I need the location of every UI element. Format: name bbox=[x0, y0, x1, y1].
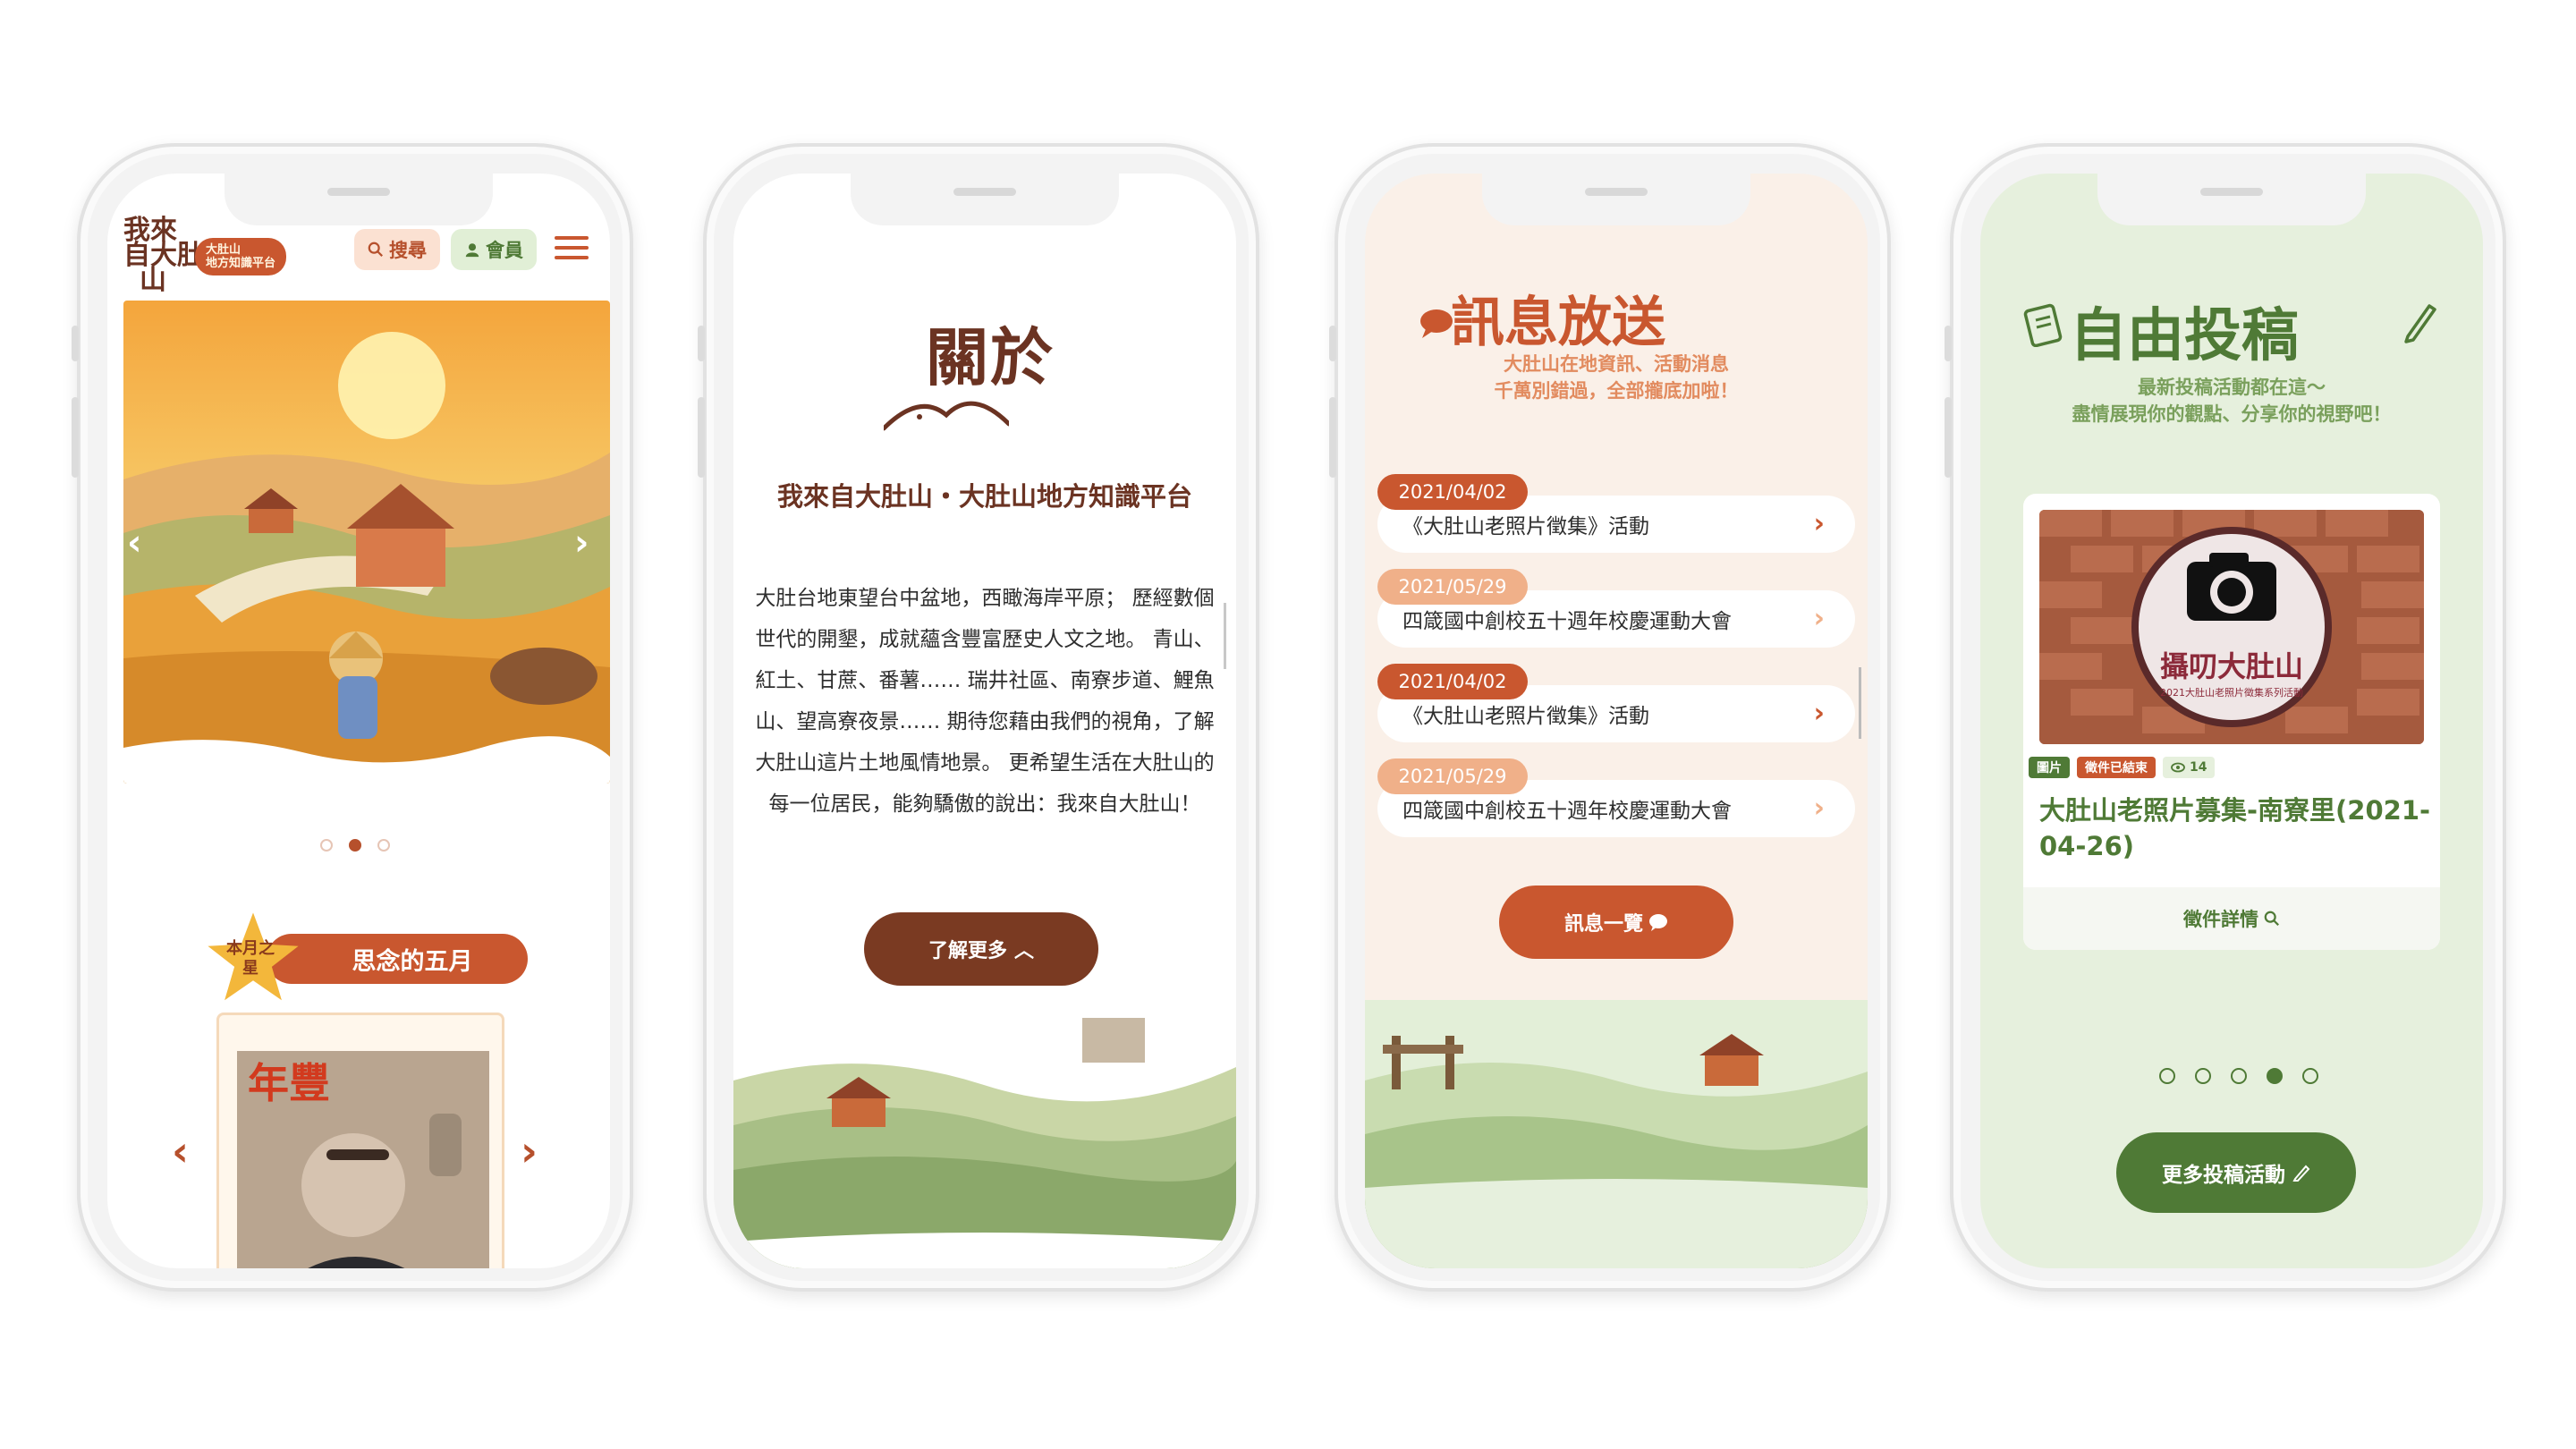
submission-title[interactable]: 大肚山老照片募集-南寮里(2021-04-26) bbox=[2039, 792, 2433, 864]
phone-home: 我來 自大肚山 大肚山 地方知識平台 搜尋 會員 ‹ › 本月之星 思念的五月 … bbox=[72, 143, 633, 1292]
submissions-title: 自由投稿 bbox=[2070, 302, 2299, 369]
news-date: 2021/04/02 bbox=[1377, 474, 1528, 510]
news-item[interactable]: 2021/04/02 《大肚山老照片徵集》活動 › bbox=[1377, 474, 1855, 560]
news-text: 四箴國中創校五十週年校慶運動大會 bbox=[1402, 610, 1732, 633]
news-screen: 訊息放送 大肚山在地資訊、活動消息 千萬別錯過，全部攏底加啦！ 2021/04/0… bbox=[1365, 174, 1868, 1268]
stamp-text: 攝叨大肚山 bbox=[2159, 649, 2303, 683]
logo-badge: 大肚山 地方知識平台 bbox=[195, 238, 287, 275]
news-list-button[interactable]: 訊息一覽 bbox=[1499, 886, 1733, 959]
star-of-month-banner[interactable]: 本月之星 思念的五月 bbox=[204, 912, 544, 1001]
about-title: 關於 bbox=[926, 320, 1055, 394]
tag-status: 徵件已結束 bbox=[2077, 757, 2156, 778]
news-text: 《大肚山老照片徵集》活動 bbox=[1402, 515, 1649, 538]
search-icon bbox=[2264, 911, 2279, 926]
page-dot[interactable] bbox=[2195, 1068, 2211, 1084]
about-body: 大肚台地東望台中盆地，西瞰海岸平原； 歷經數個世代的開墾，成就蘊含豐富歷史人文之… bbox=[755, 587, 1215, 816]
chevron-right-icon: › bbox=[1813, 508, 1825, 539]
submissions-subtitle: 最新投稿活動都在這～ 盡情展現你的觀點、分享你的視野吧！ bbox=[2072, 377, 2392, 425]
hero-dot[interactable] bbox=[320, 839, 333, 852]
view-count: 14 bbox=[2163, 757, 2216, 778]
hero-dot-active[interactable] bbox=[349, 839, 361, 852]
menu-icon[interactable] bbox=[555, 236, 589, 263]
submission-details-button[interactable]: 徵件詳情 bbox=[2023, 887, 2440, 950]
page-dot[interactable] bbox=[2159, 1068, 2175, 1084]
paper-icon bbox=[2023, 303, 2063, 347]
speech-bubble-icon bbox=[1649, 914, 1667, 931]
site-logo[interactable]: 我來 自大肚山 大肚山 地方知識平台 bbox=[123, 217, 293, 308]
news-text: 四箴國中創校五十週年校慶運動大會 bbox=[1402, 800, 1732, 823]
chevron-right-icon: › bbox=[1813, 792, 1825, 824]
pencil-icon bbox=[2404, 304, 2436, 343]
news-title: 訊息放送 bbox=[1451, 292, 1665, 354]
search-button[interactable]: 搜尋 bbox=[354, 229, 440, 270]
member-button[interactable]: 會員 bbox=[451, 229, 537, 270]
user-icon bbox=[465, 243, 479, 258]
speech-bubble-icon bbox=[1420, 309, 1453, 338]
scrollbar[interactable] bbox=[1224, 603, 1226, 669]
more-submissions-button[interactable]: 更多投稿活動 bbox=[2116, 1132, 2356, 1213]
chevron-right-icon: › bbox=[1813, 603, 1825, 634]
star-badge-label: 本月之星 bbox=[226, 939, 275, 978]
about-screen: 關於 我來自大肚山・大肚山地方知識平台 大肚台地東望台中盆地，西瞰海岸平原； 歷… bbox=[733, 174, 1236, 1268]
phone-news: 訊息放送 大肚山在地資訊、活動消息 千萬別錯過，全部攏底加啦！ 2021/04/0… bbox=[1329, 143, 1891, 1292]
cover-prev-arrow[interactable]: ‹ bbox=[172, 1127, 189, 1175]
home-screen: 我來 自大肚山 大肚山 地方知識平台 搜尋 會員 ‹ › 本月之星 思念的五月 … bbox=[107, 174, 610, 1268]
news-date: 2021/05/29 bbox=[1377, 758, 1528, 794]
news-text: 《大肚山老照片徵集》活動 bbox=[1402, 705, 1649, 728]
hero-carousel-image bbox=[123, 301, 610, 784]
page-dot[interactable] bbox=[2231, 1068, 2247, 1084]
submissions-screen: 自由投稿 最新投稿活動都在這～ 盡情展現你的觀點、分享你的視野吧！ 攝叨大肚山 … bbox=[1980, 174, 2483, 1268]
eye-icon bbox=[2171, 762, 2185, 773]
mountain-icon bbox=[884, 401, 1009, 431]
news-subtitle: 大肚山在地資訊、活動消息 千萬別錯過，全部攏底加啦！ bbox=[1494, 353, 1739, 402]
scrollbar[interactable] bbox=[1859, 667, 1861, 739]
news-item[interactable]: 2021/05/29 四箴國中創校五十週年校慶運動大會 › bbox=[1377, 758, 1855, 844]
tag-type: 圖片 bbox=[2029, 757, 2070, 778]
phone-about: 關於 我來自大肚山・大肚山地方知識平台 大肚台地東望台中盆地，西瞰海岸平原； 歷… bbox=[698, 143, 1259, 1292]
news-date: 2021/05/29 bbox=[1377, 569, 1528, 605]
cover-next-arrow[interactable]: › bbox=[521, 1127, 538, 1175]
hero-dot[interactable] bbox=[377, 839, 390, 852]
news-date: 2021/04/02 bbox=[1377, 664, 1528, 699]
hero-pagination bbox=[320, 839, 390, 852]
magazine-cover[interactable]: 年豐 bbox=[216, 1013, 504, 1268]
hero-next-arrow[interactable]: › bbox=[574, 522, 589, 564]
stamp-subtext: 2021大肚山老照片徵集系列活動 bbox=[2160, 687, 2303, 699]
cover-title: 年豐 bbox=[248, 1059, 330, 1107]
about-heading: 我來自大肚山・大肚山地方知識平台 bbox=[776, 481, 1192, 512]
pencil-icon bbox=[2292, 1165, 2310, 1182]
submission-pagination bbox=[2159, 1068, 2318, 1084]
news-item[interactable]: 2021/04/02 《大肚山老照片徵集》活動 › bbox=[1377, 664, 1855, 750]
learn-more-button[interactable]: 了解更多 ︿ bbox=[864, 912, 1098, 986]
submission-card-image: 攝叨大肚山 2021大肚山老照片徵集系列活動 bbox=[2039, 510, 2424, 744]
about-landscape-illustration bbox=[733, 1018, 1236, 1268]
page-dot[interactable] bbox=[2302, 1068, 2318, 1084]
news-item[interactable]: 2021/05/29 四箴國中創校五十週年校慶運動大會 › bbox=[1377, 569, 1855, 655]
star-title: 思念的五月 bbox=[267, 934, 528, 984]
hero-prev-arrow[interactable]: ‹ bbox=[127, 522, 141, 564]
mountain-small-icon: ︿ bbox=[1014, 940, 1035, 962]
chevron-right-icon: › bbox=[1813, 698, 1825, 729]
page-dot-active[interactable] bbox=[2267, 1068, 2283, 1084]
phone-submissions: 自由投稿 最新投稿活動都在這～ 盡情展現你的觀點、分享你的視野吧！ 攝叨大肚山 … bbox=[1945, 143, 2506, 1292]
submission-card[interactable]: 攝叨大肚山 2021大肚山老照片徵集系列活動 圖片 徵件已結束 14 大肚山老照… bbox=[2023, 494, 2440, 950]
news-landscape-illustration bbox=[1365, 1000, 1868, 1268]
search-icon bbox=[368, 242, 383, 257]
